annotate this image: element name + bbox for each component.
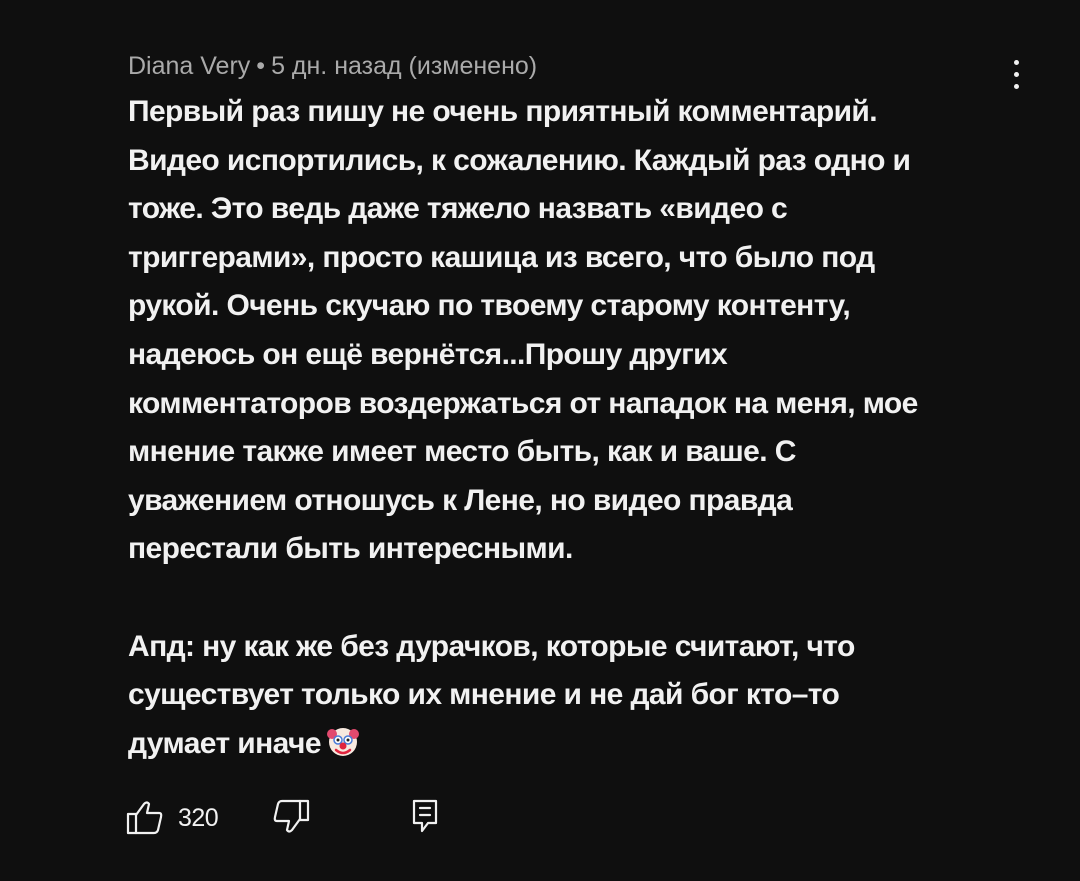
thumbs-down-icon xyxy=(273,799,310,833)
meta-separator: • xyxy=(256,52,266,80)
like-button[interactable]: 320 xyxy=(126,798,236,842)
more-vertical-icon xyxy=(1004,60,1028,89)
clown-face-icon xyxy=(325,723,361,775)
comment-body: Первый раз пишу не очень приятный коммен… xyxy=(128,88,1008,774)
comment-paragraph-2: Апд: ну как же без дурачков, которые счи… xyxy=(128,629,855,760)
comment-paragraph-1: Первый раз пишу не очень приятный коммен… xyxy=(128,95,918,566)
more-options-button[interactable] xyxy=(1004,60,1028,98)
like-count: 320 xyxy=(178,804,219,832)
dislike-button[interactable] xyxy=(272,798,316,842)
thumbs-up-icon xyxy=(126,801,163,835)
comment: Diana Very • 5 дн. назад (изменено) Первый… xyxy=(128,48,1008,774)
reply-button[interactable] xyxy=(410,798,446,842)
author-name[interactable]: Diana Very xyxy=(128,52,250,80)
comment-time[interactable]: 5 дн. назад (изменено) xyxy=(271,52,537,80)
comment-header: Diana Very • 5 дн. назад (изменено) xyxy=(128,48,1008,84)
reply-icon xyxy=(412,799,438,833)
